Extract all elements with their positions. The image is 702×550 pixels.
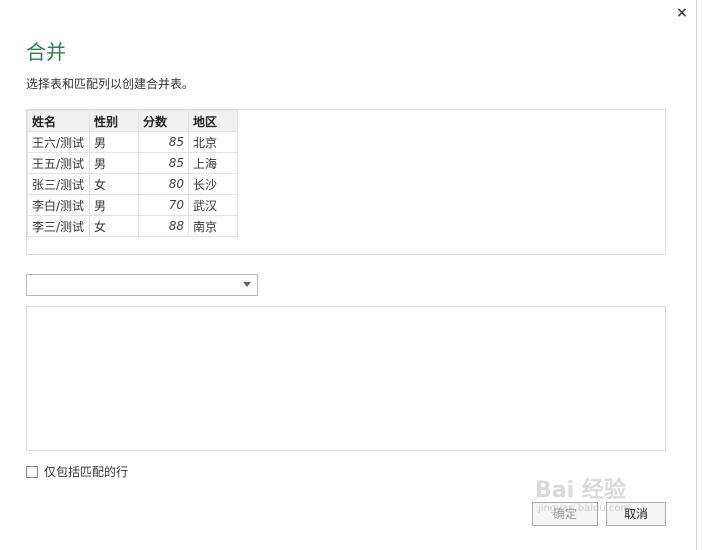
second-table-dropdown[interactable]	[26, 274, 258, 296]
table-cell: 上海	[188, 152, 238, 174]
table-row: 王六/测试 男 85 北京	[27, 131, 238, 153]
table-cell: 南京	[188, 215, 238, 237]
table-cell: 王五/测试	[27, 152, 90, 174]
table-header-row: 姓名 性别 分数 地区	[27, 110, 238, 132]
column-header[interactable]: 性别	[89, 110, 139, 132]
ok-button[interactable]: 确定	[532, 502, 598, 526]
table-cell: 88	[138, 215, 189, 237]
second-table-preview[interactable]	[26, 306, 666, 451]
table-cell: 王六/测试	[27, 131, 90, 153]
table-cell: 李三/测试	[27, 215, 90, 237]
table-cell: 男	[89, 152, 139, 174]
only-matching-rows-checkbox[interactable]	[26, 465, 38, 478]
only-matching-rows-label: 仅包括匹配的行	[44, 465, 129, 479]
column-header[interactable]: 分数	[138, 110, 189, 132]
column-header[interactable]: 姓名	[27, 110, 90, 132]
first-table-preview[interactable]: 姓名 性别 分数 地区 王六/测试 男 85 北京 王五/测试 男 85 上海	[26, 109, 666, 255]
table-cell: 北京	[188, 131, 238, 153]
table-row: 李白/测试 男 70 武汉	[27, 194, 238, 216]
merge-dialog: × 合并 选择表和匹配列以创建合并表。 姓名 性别 分数 地区 王六/测试 男 …	[0, 0, 697, 550]
watermark-logo: Bai 经验	[535, 478, 626, 503]
table-cell: 85	[138, 152, 189, 174]
only-matching-rows-option[interactable]: 仅包括匹配的行	[26, 463, 128, 480]
table-cell: 女	[89, 173, 139, 195]
table-cell: 70	[138, 194, 189, 216]
table-cell: 长沙	[188, 173, 238, 195]
table-cell: 张三/测试	[27, 173, 90, 195]
preview-table: 姓名 性别 分数 地区 王六/测试 男 85 北京 王五/测试 男 85 上海	[27, 110, 238, 237]
chevron-down-icon[interactable]	[243, 282, 251, 287]
table-cell: 男	[89, 194, 139, 216]
close-button[interactable]: ×	[672, 3, 692, 23]
table-cell: 女	[89, 215, 139, 237]
table-cell: 85	[138, 131, 189, 153]
table-row: 李三/测试 女 88 南京	[27, 215, 238, 237]
table-cell: 武汉	[188, 194, 238, 216]
table-row: 张三/测试 女 80 长沙	[27, 173, 238, 195]
dialog-title: 合并	[26, 40, 66, 64]
table-cell: 李白/测试	[27, 194, 90, 216]
dialog-subtitle: 选择表和匹配列以创建合并表。	[26, 77, 195, 91]
table-cell: 男	[89, 131, 139, 153]
column-header[interactable]: 地区	[188, 110, 238, 132]
table-cell: 80	[138, 173, 189, 195]
table-row: 王五/测试 男 85 上海	[27, 152, 238, 174]
cancel-button[interactable]: 取消	[606, 502, 666, 526]
